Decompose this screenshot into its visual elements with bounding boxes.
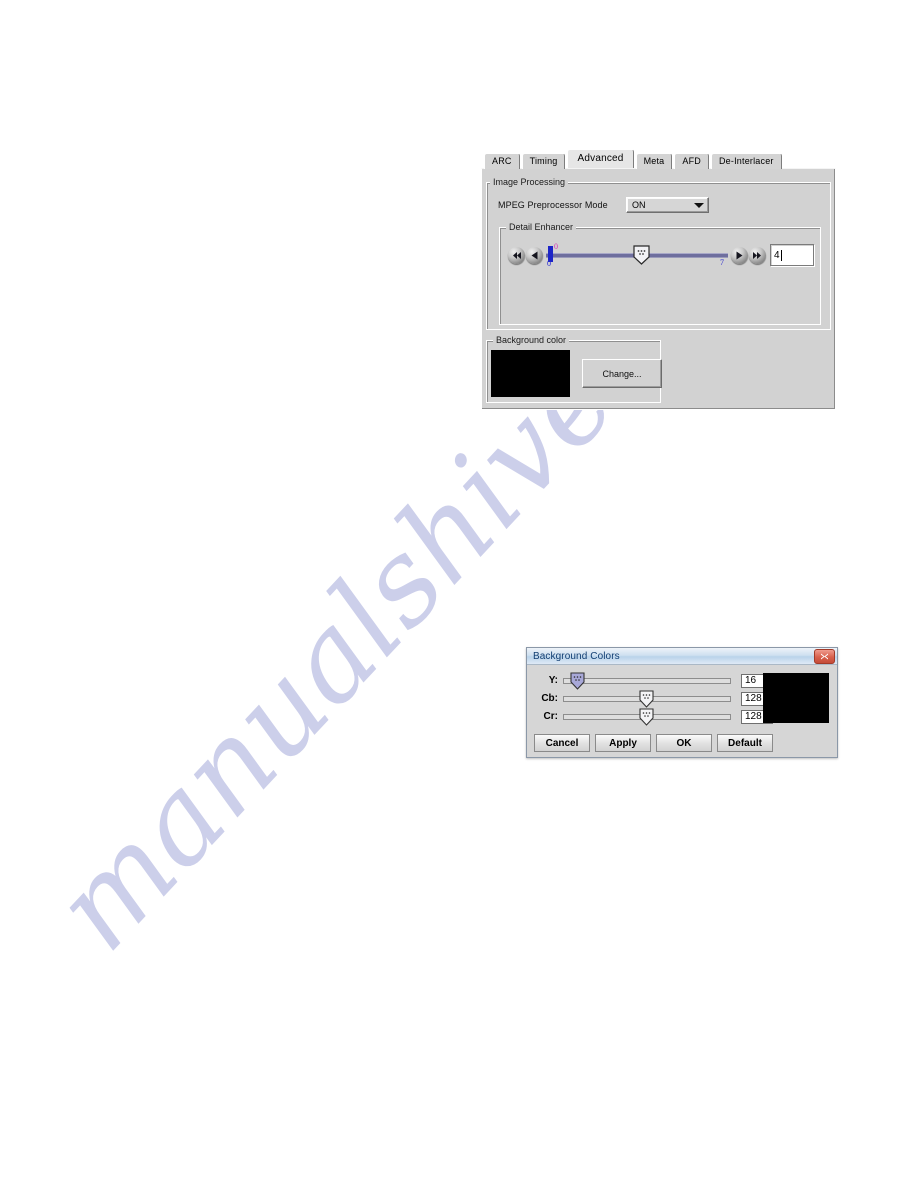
fast-rewind-button[interactable] <box>508 246 525 264</box>
close-icon[interactable] <box>814 648 835 664</box>
tab-advanced[interactable]: Advanced <box>567 149 634 168</box>
cb-slider-thumb[interactable] <box>639 690 654 708</box>
detail-enhancer-value-input[interactable]: 4 <box>770 244 814 266</box>
dialog-title: Background Colors <box>533 650 620 662</box>
tab-arc[interactable]: ARC <box>484 153 520 169</box>
background-color-title: Background color <box>493 335 570 345</box>
cb-slider-label: Cb: <box>541 693 558 704</box>
y-slider-track[interactable] <box>563 672 731 690</box>
slider-min-tick: 0 <box>547 259 551 268</box>
detail-enhancer-group: Detail Enhancer 0 0 7 4 <box>499 222 821 325</box>
mpeg-preprocessor-value: ON <box>632 200 646 210</box>
mpeg-preprocessor-select[interactable]: ON <box>626 197 709 213</box>
fast-forward-button[interactable] <box>749 246 766 264</box>
text-cursor <box>780 249 782 261</box>
slider-max-tick: 7 <box>720 258 724 267</box>
image-processing-title: Image Processing <box>490 177 569 187</box>
detail-enhancer-slider-thumb[interactable] <box>633 245 650 265</box>
default-button[interactable]: Default <box>717 734 773 752</box>
tab-timing[interactable]: Timing <box>521 153 566 169</box>
background-color-swatch <box>491 350 570 397</box>
step-forward-button[interactable] <box>731 246 748 264</box>
advanced-tab-content: Image Processing MPEG Preprocessor Mode … <box>481 168 836 410</box>
tab-afd[interactable]: AFD <box>674 153 709 169</box>
cr-slider-thumb[interactable] <box>639 708 654 726</box>
detail-enhancer-title: Detail Enhancer <box>506 222 577 232</box>
dialog-button-row: Cancel Apply OK Default <box>534 734 773 752</box>
detail-enhancer-value-text: 4 <box>774 249 780 261</box>
chevron-down-icon <box>694 202 704 208</box>
ok-button[interactable]: OK <box>656 734 712 752</box>
cancel-button[interactable]: Cancel <box>534 734 590 752</box>
step-back-button[interactable] <box>526 246 543 264</box>
change-background-color-button[interactable]: Change... <box>582 359 662 388</box>
tab-meta[interactable]: Meta <box>635 153 673 169</box>
mpeg-preprocessor-label: MPEG Preprocessor Mode <box>498 200 608 210</box>
cr-slider-track[interactable] <box>563 708 731 726</box>
apply-button[interactable]: Apply <box>595 734 651 752</box>
detail-enhancer-slider-row: 0 0 7 4 <box>508 242 814 268</box>
color-preview-swatch <box>763 673 829 723</box>
dialog-titlebar: Background Colors <box>527 648 837 665</box>
dialog-body: Y: 16 Cb: 128 Cr: 128 Cancel Apply OK De… <box>527 665 837 758</box>
tab-de-interlacer[interactable]: De-Interlacer <box>710 153 782 169</box>
video-properties-panel: ARC Timing Advanced Meta AFD De-Interlac… <box>481 149 836 410</box>
tab-strip: ARC Timing Advanced Meta AFD De-Interlac… <box>481 149 836 169</box>
y-track-bar <box>563 678 731 684</box>
detail-enhancer-track[interactable]: 0 0 7 <box>546 242 728 268</box>
slider-min-tick-top: 0 <box>554 242 558 251</box>
cr-slider-label: Cr: <box>543 711 558 722</box>
background-colors-dialog: Background Colors Y: 16 Cb: 128 Cr: 128 … <box>526 647 838 758</box>
background-color-group: Background color Change... <box>486 335 662 403</box>
image-processing-group: Image Processing MPEG Preprocessor Mode … <box>486 177 831 330</box>
y-slider-label: Y: <box>548 675 558 686</box>
mpeg-preprocessor-row: MPEG Preprocessor Mode ON <box>498 197 824 213</box>
cb-slider-track[interactable] <box>563 690 731 708</box>
y-slider-thumb[interactable] <box>570 672 585 690</box>
